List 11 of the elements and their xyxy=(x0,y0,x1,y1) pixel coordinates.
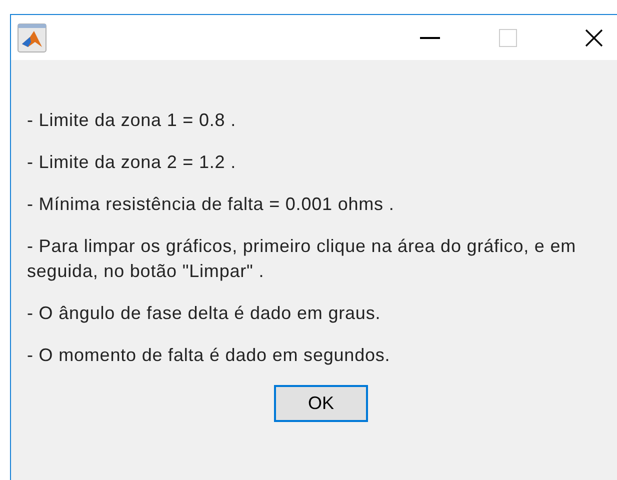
message-text: - Mínima resistência de falta = 0.001 ohms . xyxy=(27,193,396,216)
minimize-icon xyxy=(420,36,440,38)
message-text: - Para limpar os gráficos, primeiro clique na área do gráfico, e em seguida, no botão "Limpar" . xyxy=(27,235,578,283)
maximize-icon xyxy=(499,28,517,46)
message-text: - O momento de falta é dado em segundos. xyxy=(27,344,392,367)
message-text: - Limite da zona 2 = 1.2 . xyxy=(27,151,238,174)
message-text: - Limite da zona 1 = 0.8 . xyxy=(27,109,238,132)
message-text: - O ângulo de fase delta é dado em graus. xyxy=(27,302,382,325)
close-icon xyxy=(585,28,603,46)
ok-button[interactable]: OK xyxy=(274,385,368,422)
app-icon xyxy=(17,22,47,52)
